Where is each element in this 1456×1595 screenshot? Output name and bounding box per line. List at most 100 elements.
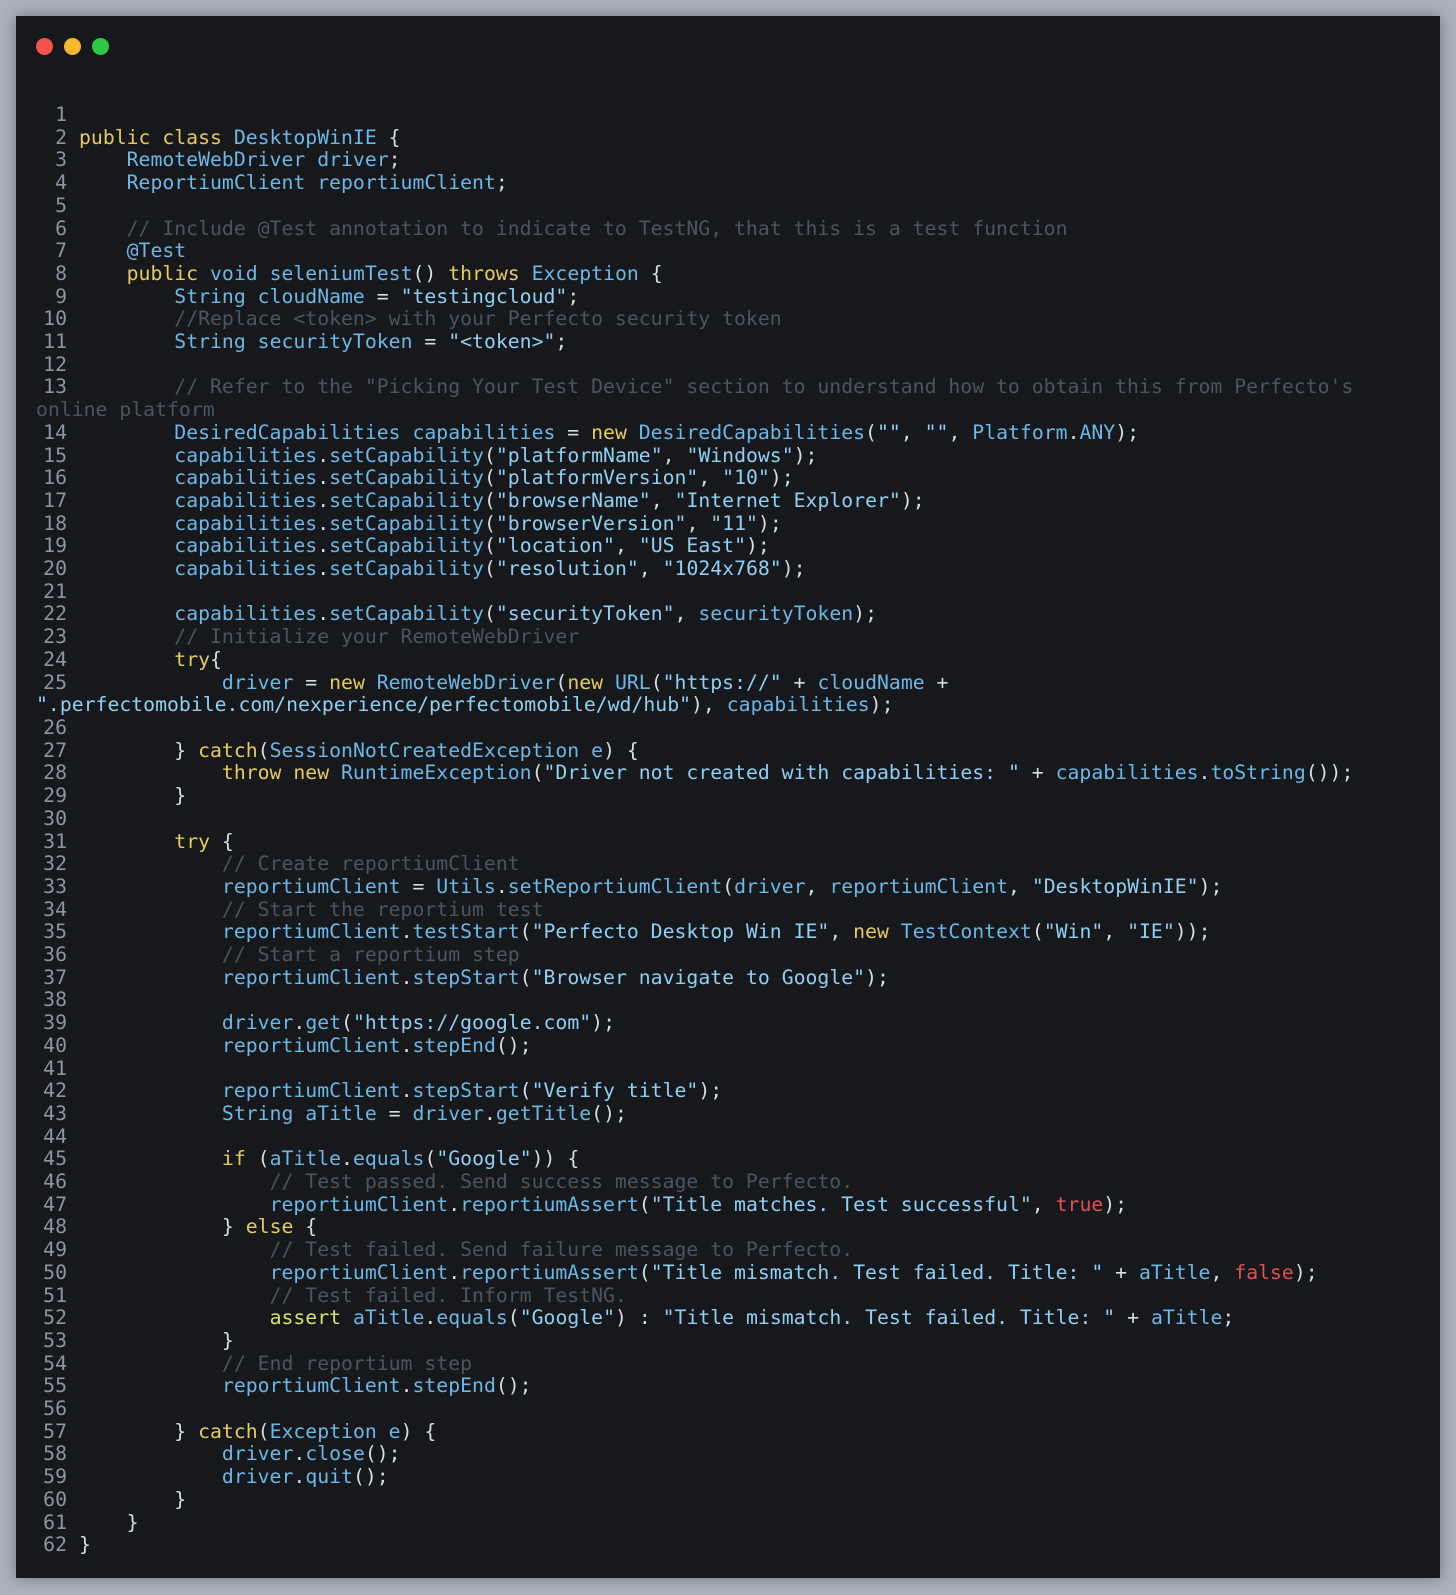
code-text: public class DesktopWinIE {: [79, 125, 1420, 150]
code-token: ,: [1210, 1260, 1235, 1284]
code-token: );: [769, 466, 794, 490]
code-token: ;: [1222, 1306, 1235, 1330]
code-token: ),: [691, 693, 727, 717]
code-token: "browserName": [495, 488, 651, 512]
code-token: assert: [269, 1306, 353, 1330]
code-token: );: [757, 511, 782, 535]
code-text: capabilities.setCapability("location", "…: [79, 535, 1420, 558]
code-token: setCapability: [329, 602, 484, 626]
line-number: 58: [43, 1442, 67, 1466]
code-token: "": [876, 420, 901, 444]
code-text: try{: [79, 648, 1420, 672]
code-token: (: [519, 920, 532, 944]
code-token: .: [317, 602, 330, 626]
code-token: capabilities: [726, 693, 870, 717]
line-number: 61: [43, 1510, 67, 1534]
code-line: 27 } catch(SessionNotCreatedException e)…: [36, 738, 1420, 763]
code-token: //Replace <token> with your Perfecto sec…: [79, 307, 782, 331]
code-token: ;: [567, 284, 580, 308]
line-number: 36: [43, 943, 67, 967]
code-token: reportiumClient: [221, 965, 401, 989]
code-token: capabilities: [1055, 761, 1199, 785]
code-token: Platform: [972, 420, 1068, 444]
line-number: 7: [55, 239, 67, 263]
code-token: ;: [555, 330, 568, 354]
code-line-continuation: online platform: [36, 398, 1420, 422]
code-token: .: [317, 534, 330, 558]
code-token: .: [293, 1465, 306, 1489]
code-token: "1024x768": [662, 557, 782, 581]
code-line: 62}: [36, 1533, 1420, 1557]
code-token: setCapability: [329, 466, 484, 490]
code-token: cloudName: [817, 670, 925, 694]
code-line: 22 capabilities.setCapability("securityT…: [36, 603, 1420, 626]
code-line: 11 String securityToken = "<token>";: [36, 330, 1420, 354]
minimize-dot-icon[interactable]: [64, 38, 81, 55]
code-text: // Include @Test annotation to indicate …: [79, 217, 1420, 241]
code-token: (: [531, 761, 544, 785]
code-token: stepEnd: [412, 1374, 496, 1398]
code-editor[interactable]: 1 2 public class DesktopWinIE {3 RemoteWeb…: [36, 103, 1420, 1557]
code-text: // Create reportiumClient: [79, 852, 1420, 876]
code-token: );: [865, 965, 889, 989]
code-token: "resolution": [495, 557, 639, 581]
code-token: reportiumClient: [269, 1260, 449, 1284]
line-number: 60: [43, 1487, 67, 1511]
code-token: ();: [591, 1101, 627, 1125]
code-line-continuation: ".perfectomobile.com/nexperience/perfect…: [36, 693, 1420, 717]
code-token: if: [221, 1147, 246, 1171]
code-text: // Test passed. Send success message to …: [79, 1170, 1420, 1194]
code-token: ReportiumClient: [126, 171, 306, 195]
code-text: driver.quit();: [79, 1465, 1420, 1489]
code-token: "<token>": [448, 330, 556, 354]
code-text: capabilities.setCapability("platformName…: [79, 443, 1420, 468]
code-line: 52 assert aTitle.equals("Google") : "Tit…: [36, 1306, 1420, 1330]
code-token: }: [79, 1328, 234, 1352]
code-line: 5: [36, 194, 1420, 218]
code-token: +: [1019, 761, 1056, 785]
code-text: // Refer to the "Picking Your Test Devic…: [79, 376, 1420, 399]
code-token: equals: [352, 1147, 425, 1171]
code-line: 58 driver.close();: [36, 1443, 1420, 1466]
close-dot-icon[interactable]: [36, 38, 53, 55]
code-line: 24 try{: [36, 648, 1420, 672]
code-line: 31 try {: [36, 830, 1420, 854]
code-token: (: [483, 511, 496, 535]
code-token: catch: [198, 1419, 258, 1443]
code-token: +: [1103, 1260, 1139, 1284]
code-token: ,: [805, 874, 830, 898]
code-token: (: [483, 557, 496, 581]
code-token: .: [317, 488, 330, 512]
line-number: 43: [43, 1101, 67, 1125]
maximize-dot-icon[interactable]: [92, 38, 109, 55]
code-text: }: [79, 1533, 1420, 1557]
code-token: }: [79, 1510, 139, 1534]
code-token: +: [781, 670, 818, 694]
code-token: Exception: [531, 261, 639, 285]
code-token: =: [400, 874, 437, 898]
code-text: assert aTitle.equals("Google") : "Title …: [79, 1306, 1420, 1330]
line-number: 38: [43, 988, 67, 1012]
code-token: "Verify title": [531, 1079, 699, 1103]
code-text: } catch(Exception e) {: [79, 1419, 1420, 1444]
code-token: "browserVersion": [495, 511, 687, 535]
code-token: catch: [198, 738, 258, 762]
code-token: "Perfecto Desktop Win IE": [531, 920, 830, 944]
code-token: ,: [1031, 1192, 1056, 1216]
code-token: "platformName": [495, 443, 663, 467]
code-token: else: [245, 1215, 294, 1239]
code-token: "Title mismatch. Test failed. Title: ": [650, 1260, 1104, 1284]
code-line: 59 driver.quit();: [36, 1465, 1420, 1489]
code-line: 9 String cloudName = "testingcloud";: [36, 284, 1420, 309]
code-line: 49 // Test failed. Send failure message …: [36, 1238, 1420, 1262]
code-token: (: [483, 466, 496, 490]
code-token: DesktopWinIE: [233, 125, 377, 149]
code-token: "Google": [519, 1306, 615, 1330]
code-token: close: [305, 1442, 365, 1466]
